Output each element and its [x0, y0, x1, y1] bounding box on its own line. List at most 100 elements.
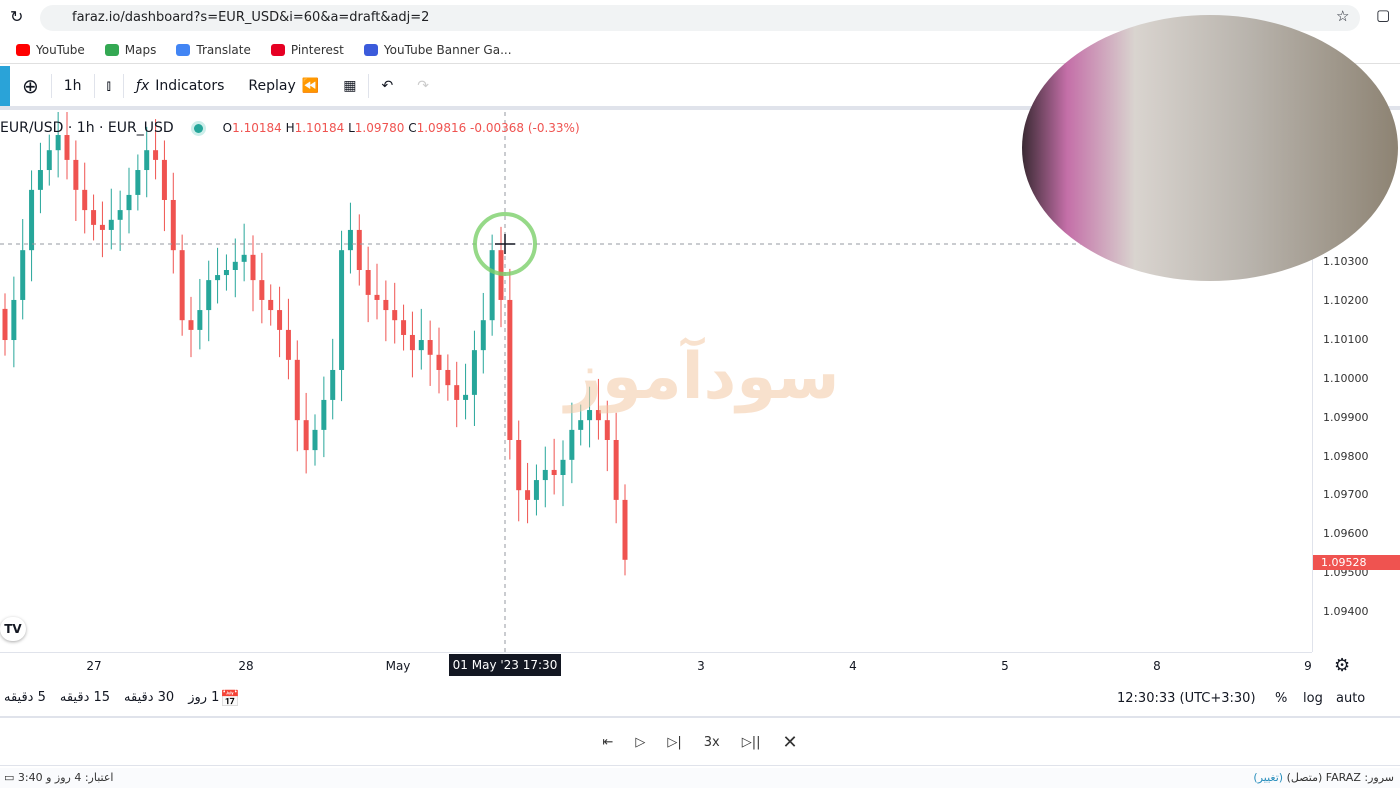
tradingview-logo-icon[interactable]: TV — [0, 617, 26, 641]
candle-body — [321, 399, 327, 430]
symbol-title[interactable]: EUR/USD · 1h · EUR_USD — [0, 120, 174, 136]
change-server-link[interactable]: (تغییر) — [1253, 771, 1283, 784]
candle-body — [277, 310, 283, 330]
candle-body — [108, 219, 114, 230]
auto-toggle[interactable]: auto — [1336, 691, 1365, 706]
last-price-label: 1.09528 — [1313, 555, 1400, 571]
card-icon: ▭ — [4, 771, 15, 784]
timeframe-button[interactable]: 15 دقیقه — [60, 690, 110, 705]
timeframe-button[interactable]: 30 دقیقه — [124, 690, 174, 705]
time-tick-label: 3 — [697, 659, 705, 673]
time-tick-label: 5 — [1001, 659, 1009, 673]
log-toggle[interactable]: log — [1303, 691, 1323, 706]
window-icon[interactable]: ▢ — [1376, 6, 1390, 24]
bookmark-label: Translate — [196, 42, 251, 57]
interval-button[interactable]: 1h — [52, 66, 94, 106]
undo-button[interactable]: ↶ — [369, 66, 405, 106]
replay-button[interactable]: Replay ⏪ — [236, 66, 331, 106]
sidebar-edge — [0, 66, 10, 106]
goto-date-icon[interactable]: 📅 — [220, 689, 240, 708]
candle-body — [55, 135, 61, 151]
time-tick-label: 27 — [86, 659, 102, 673]
add-symbol-button[interactable]: ⊕ — [10, 66, 51, 106]
pinterest-icon — [270, 43, 285, 56]
bookmark-item[interactable]: Pinterest — [270, 43, 344, 57]
redo-icon: ↷ — [417, 78, 429, 94]
chart-type-button[interactable]: ⫾ — [95, 66, 123, 106]
candle-body — [206, 280, 212, 311]
jump-to-realtime-icon[interactable]: ▷|| — [742, 735, 761, 750]
price-tick-label: 1.09700 — [1323, 488, 1369, 502]
candles-icon: ⫾ — [106, 78, 112, 94]
time-tick-label: 28 — [238, 659, 254, 673]
timeframe-button[interactable]: 5 دقیقه — [4, 690, 46, 705]
price-tick-label: 1.09400 — [1323, 605, 1369, 619]
bookmark-label: Maps — [124, 42, 157, 57]
candle-body — [392, 310, 398, 321]
candle-body — [268, 299, 274, 311]
star-icon[interactable]: ☆ — [1336, 7, 1349, 25]
candle-body — [471, 350, 477, 395]
time-tick-label: 8 — [1153, 659, 1161, 673]
candle-body — [294, 359, 300, 421]
candle-body — [533, 480, 539, 500]
candle-body — [135, 170, 141, 195]
candle-body — [569, 429, 575, 460]
time-tick-label: 9 — [1304, 659, 1312, 673]
plus-circle-icon: ⊕ — [22, 74, 39, 98]
undo-icon: ↶ — [381, 78, 394, 94]
candle-body — [64, 135, 70, 160]
bookmark-item[interactable]: Translate — [176, 43, 251, 57]
candle-body — [161, 159, 167, 200]
candle-body — [551, 469, 557, 476]
candle-body — [480, 320, 486, 351]
candle-body — [46, 150, 52, 171]
candle-body — [144, 150, 150, 171]
bookmark-item[interactable]: YouTube — [16, 43, 85, 57]
candle-body — [250, 254, 256, 281]
close-replay-icon[interactable]: ✕ — [782, 732, 797, 753]
candle-body — [197, 310, 203, 330]
candle-body — [126, 194, 132, 211]
candle-body — [365, 270, 371, 295]
candle-body — [99, 224, 105, 230]
layout-button[interactable]: ▦ — [331, 66, 368, 106]
market-status-icon — [193, 123, 203, 133]
candle-body — [285, 329, 291, 360]
bookmark-label: YouTube Banner Ga... — [383, 42, 512, 57]
percent-toggle[interactable]: % — [1275, 691, 1287, 706]
indicators-button[interactable]: ƒx Indicators — [124, 66, 236, 106]
reload-icon[interactable]: ↻ — [10, 7, 23, 26]
bookmark-label: YouTube — [36, 42, 85, 57]
candle-body — [507, 299, 513, 440]
timeframe-button[interactable]: 1 روز — [188, 690, 219, 705]
webcam-overlay — [1022, 15, 1398, 281]
candle-body — [117, 210, 123, 220]
bookmark-item[interactable]: Maps — [104, 42, 157, 57]
price-tick-label: 1.10100 — [1323, 332, 1369, 346]
candle-body — [259, 280, 265, 300]
candle-body — [516, 439, 522, 491]
bookmark-item[interactable]: YouTube Banner Ga... — [363, 42, 512, 57]
settings-gear-icon[interactable]: ⚙ — [1334, 655, 1350, 676]
play-icon[interactable]: ▷ — [635, 735, 645, 750]
candle-body — [188, 320, 194, 330]
indicators-label: Indicators — [155, 78, 225, 94]
jump-to-start-icon[interactable]: ⇤ — [602, 735, 613, 750]
chart-legend: EUR/USD · 1h · EUR_USD O1.10184 H1.10184… — [0, 120, 580, 136]
speed-button[interactable]: 3x — [704, 735, 720, 750]
candle-body — [436, 354, 442, 370]
clock[interactable]: 12:30:33 (UTC+3:30) — [1117, 691, 1256, 706]
step-forward-icon[interactable]: ▷| — [667, 735, 681, 750]
replay-label: Replay — [248, 78, 296, 94]
wix-icon — [363, 43, 378, 56]
price-tick-label: 1.09800 — [1323, 449, 1369, 463]
timeframe-buttons: 5 دقیقه 15 دقیقه 30 دقیقه 1 روز — [4, 690, 219, 705]
redo-button[interactable]: ↷ — [405, 66, 441, 106]
maps-icon — [104, 43, 119, 56]
candle-body — [401, 320, 407, 335]
time-axis[interactable]: 27 28 May 3 4 5 8 9 — [0, 652, 1312, 680]
price-tick-label: 1.10000 — [1323, 371, 1369, 385]
youtube-icon — [16, 43, 30, 56]
candle-body — [82, 189, 88, 211]
